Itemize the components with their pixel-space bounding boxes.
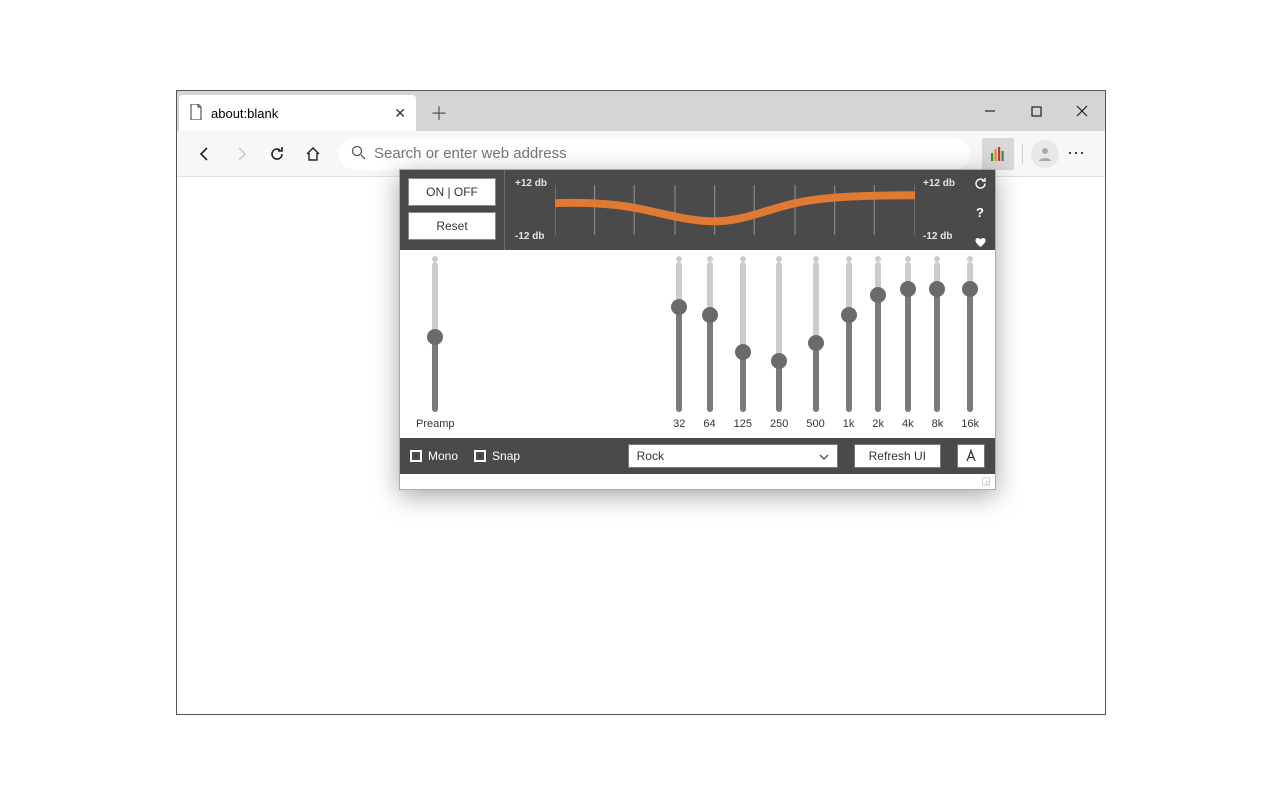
eq-band-slider[interactable]: 2k: [872, 262, 884, 430]
refresh-button[interactable]: [259, 136, 295, 172]
eq-band-label: 8k: [932, 418, 944, 430]
resize-grip-icon[interactable]: ◲: [400, 474, 995, 489]
eq-band-track[interactable]: [707, 262, 713, 412]
titlebar: about:blank ✕ ＋: [177, 91, 1105, 131]
equalizer-popup: ON | OFF Reset +12 db -12 db: [399, 169, 996, 490]
eq-graph-area: [555, 176, 915, 244]
eq-band-track[interactable]: [905, 262, 911, 412]
eq-band-sliders: 32 64 125 250 500 1k 2k 4k 8k 16k: [673, 262, 979, 430]
forward-button[interactable]: [223, 136, 259, 172]
preamp-track[interactable]: [432, 262, 438, 412]
back-button[interactable]: [187, 136, 223, 172]
db-top-right: +12 db: [923, 178, 955, 189]
equalizer-extension-button[interactable]: [982, 138, 1014, 170]
eq-band-track[interactable]: [967, 262, 973, 412]
address-input[interactable]: [374, 145, 958, 162]
eq-band-track[interactable]: [813, 262, 819, 412]
eq-band-slider[interactable]: 4k: [902, 262, 914, 430]
eq-onoff-button[interactable]: ON | OFF: [408, 178, 496, 206]
eq-band-track[interactable]: [934, 262, 940, 412]
snap-checkbox[interactable]: Snap: [474, 449, 520, 463]
eq-slider-area: Preamp 32 64 125 250 500 1k 2k 4k 8k 16k: [400, 250, 995, 438]
preamp-slider-group: Preamp: [416, 262, 455, 430]
preamp-label: Preamp: [416, 418, 455, 430]
eq-graph-svg: [555, 176, 915, 244]
eq-band-track[interactable]: [846, 262, 852, 412]
address-bar[interactable]: [339, 138, 970, 170]
new-tab-button[interactable]: ＋: [425, 99, 453, 127]
refresh-ui-button[interactable]: Refresh UI: [854, 444, 941, 468]
preset-selected: Rock: [637, 449, 664, 463]
eq-band-slider[interactable]: 32: [673, 262, 685, 430]
eq-side-icons: ?: [965, 170, 995, 250]
eq-band-label: 32: [673, 418, 685, 430]
tab-title: about:blank: [211, 106, 278, 121]
db-bottom-right: -12 db: [923, 231, 955, 242]
db-bottom-left: -12 db: [515, 231, 547, 242]
eq-band-label: 16k: [961, 418, 979, 430]
mono-label: Mono: [428, 449, 458, 463]
font-size-button[interactable]: [957, 444, 985, 468]
eq-band-label: 2k: [872, 418, 884, 430]
eq-band-slider[interactable]: 500: [806, 262, 824, 430]
browser-menu-button[interactable]: ⋯: [1059, 143, 1095, 164]
eq-band-label: 64: [703, 418, 715, 430]
eq-band-track[interactable]: [875, 262, 881, 412]
eq-band-slider[interactable]: 250: [770, 262, 788, 430]
eq-favorite-icon[interactable]: [972, 235, 988, 250]
eq-header-buttons: ON | OFF Reset: [400, 170, 504, 250]
search-icon: [351, 145, 366, 163]
mono-checkbox[interactable]: Mono: [410, 449, 458, 463]
eq-band-track[interactable]: [676, 262, 682, 412]
close-tab-icon[interactable]: ✕: [394, 105, 406, 122]
home-button[interactable]: [295, 136, 331, 172]
eq-band-label: 500: [806, 418, 824, 430]
browser-window: about:blank ✕ ＋: [176, 90, 1106, 715]
maximize-button[interactable]: [1013, 91, 1059, 131]
eq-band-slider[interactable]: 64: [703, 262, 715, 430]
eq-band-slider[interactable]: 16k: [961, 262, 979, 430]
font-icon: [964, 449, 978, 463]
eq-header: ON | OFF Reset +12 db -12 db: [400, 170, 995, 250]
eq-band-slider[interactable]: 125: [734, 262, 752, 430]
page-icon: [189, 104, 203, 123]
eq-help-icon[interactable]: ?: [972, 205, 988, 220]
eq-reload-icon[interactable]: [972, 176, 988, 191]
checkbox-icon: [410, 450, 422, 462]
eq-band-track[interactable]: [776, 262, 782, 412]
chevron-down-icon: [819, 449, 829, 463]
checkbox-icon: [474, 450, 486, 462]
minimize-button[interactable]: [967, 91, 1013, 131]
db-top-left: +12 db: [515, 178, 547, 189]
snap-label: Snap: [492, 449, 520, 463]
equalizer-icon: [990, 147, 1006, 161]
eq-footer: Mono Snap Rock Refresh UI: [400, 438, 995, 474]
profile-button[interactable]: [1031, 140, 1059, 168]
toolbar-separator: [1022, 144, 1023, 164]
eq-band-label: 1k: [843, 418, 855, 430]
preset-dropdown[interactable]: Rock: [628, 444, 838, 468]
eq-reset-button[interactable]: Reset: [408, 212, 496, 240]
eq-band-track[interactable]: [740, 262, 746, 412]
window-controls: [967, 91, 1105, 131]
preamp-slider[interactable]: Preamp: [416, 262, 455, 430]
eq-db-labels-right: +12 db -12 db: [923, 176, 955, 244]
eq-band-label: 125: [734, 418, 752, 430]
eq-response-graph: +12 db -12 db +12 db -12 db: [505, 170, 965, 250]
close-window-button[interactable]: [1059, 91, 1105, 131]
eq-band-slider[interactable]: 8k: [932, 262, 944, 430]
eq-db-labels-left: +12 db -12 db: [515, 176, 547, 244]
eq-band-label: 250: [770, 418, 788, 430]
avatar-icon: [1036, 145, 1054, 163]
browser-tab[interactable]: about:blank ✕: [179, 95, 416, 131]
eq-band-slider[interactable]: 1k: [843, 262, 855, 430]
eq-band-label: 4k: [902, 418, 914, 430]
